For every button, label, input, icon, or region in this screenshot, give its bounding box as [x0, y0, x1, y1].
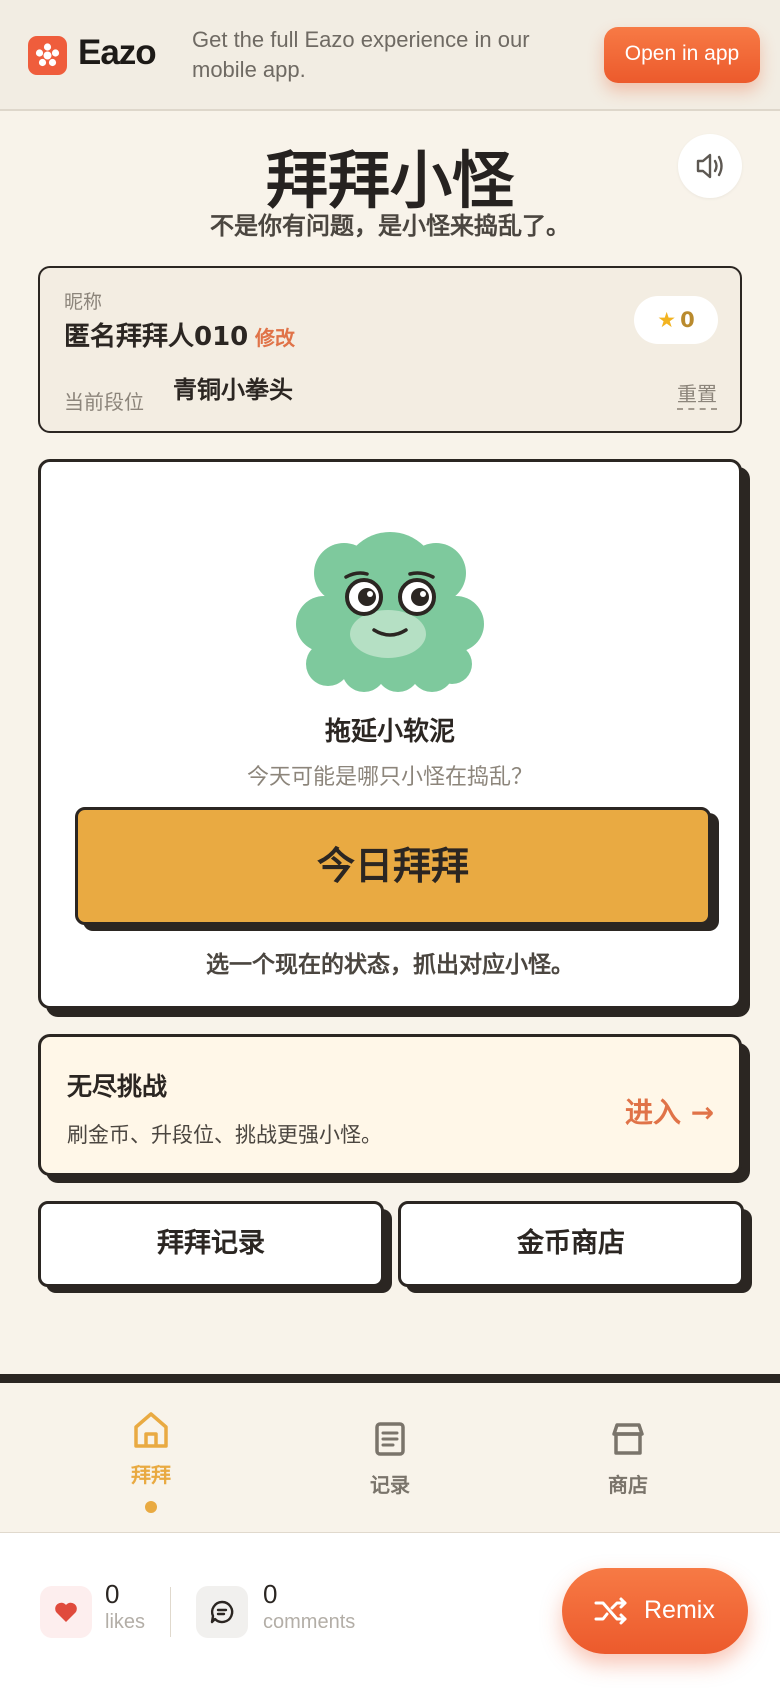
- profile-card: 昵称 匿名拜拜人010 修改 ★ 0 当前段位 青铜小拳头 重置: [38, 266, 742, 433]
- store-icon: [612, 1423, 644, 1455]
- tab-pray-label: 拜拜: [131, 1463, 171, 1487]
- tab-records[interactable]: 记录: [310, 1383, 470, 1533]
- coin-balance-badge: ★ 0: [634, 296, 718, 344]
- nickname-label: 昵称: [64, 291, 103, 313]
- social-divider: [170, 1587, 171, 1637]
- home-icon: [134, 1412, 168, 1448]
- monster-hint: 今天可能是哪只小怪在捣乱？: [246, 765, 533, 790]
- remix-label: Remix: [644, 1596, 715, 1624]
- likes-label: likes: [105, 1611, 146, 1633]
- page-subtitle: 不是你有问题，是小怪来捣乱了。: [210, 212, 570, 240]
- tab-records-label: 记录: [370, 1473, 410, 1497]
- records-button[interactable]: 拜拜记录: [38, 1201, 384, 1287]
- bottom-tab-bar: 拜拜 记录 商店: [0, 1374, 780, 1532]
- endless-challenge-card[interactable]: 无尽挑战 刷金币、升段位、挑战更强小怪。 进入 →: [38, 1034, 742, 1176]
- comment-button[interactable]: [196, 1586, 248, 1638]
- nickname-value: 匿名拜拜人010: [64, 322, 249, 352]
- coin-shop-button[interactable]: 金币商店: [398, 1201, 744, 1287]
- like-button[interactable]: [40, 1586, 92, 1638]
- coin-count: 0: [680, 308, 695, 332]
- likes-count: 0: [105, 1579, 120, 1609]
- rank-label: 当前段位: [64, 390, 144, 414]
- comments-label: comments: [263, 1611, 356, 1633]
- endless-enter-link[interactable]: 进入 →: [625, 1091, 714, 1131]
- active-tab-indicator: [145, 1501, 157, 1513]
- open-in-app-button[interactable]: Open in app: [604, 27, 760, 83]
- tab-store[interactable]: 商店: [548, 1383, 708, 1533]
- monster-illustration: [296, 532, 484, 692]
- monster-name: 拖延小软泥: [324, 717, 455, 747]
- endless-title: 无尽挑战: [67, 1072, 168, 1101]
- comment-icon: [210, 1600, 234, 1624]
- tab-store-label: 商店: [608, 1473, 648, 1497]
- pray-hint: 选一个现在的状态，抓出对应小怪。: [206, 952, 574, 978]
- shuffle-icon: [594, 1597, 627, 1625]
- reset-link[interactable]: 重置: [677, 378, 717, 410]
- rank-value: 青铜小拳头: [173, 376, 293, 404]
- brand-name: Eazo: [78, 33, 157, 72]
- eazo-logo-icon: [28, 36, 67, 75]
- social-bar: 0 likes 0 comments Remix: [0, 1533, 780, 1688]
- edit-nickname-link[interactable]: 修改: [255, 322, 295, 351]
- endless-description: 刷金币、升段位、挑战更强小怪。: [67, 1123, 382, 1147]
- sound-toggle-button[interactable]: [678, 134, 742, 198]
- comments-count: 0: [263, 1579, 278, 1609]
- banner-message: Get the full Eazo experience in our mobi…: [192, 27, 530, 82]
- remix-button[interactable]: Remix: [562, 1568, 748, 1654]
- app-promo-banner: Eazo Get the full Eazo experience in our…: [0, 0, 780, 111]
- heart-icon: [55, 1602, 77, 1622]
- speaker-icon: [696, 153, 723, 179]
- star-icon: ★: [657, 308, 677, 332]
- tab-pray[interactable]: 拜拜: [71, 1383, 231, 1533]
- document-icon: [375, 1422, 405, 1456]
- daily-pray-button[interactable]: 今日拜拜: [75, 807, 711, 925]
- monster-card: 拖延小软泥 今天可能是哪只小怪在捣乱？ 今日拜拜 选一个现在的状态，抓出对应小怪…: [38, 459, 742, 1009]
